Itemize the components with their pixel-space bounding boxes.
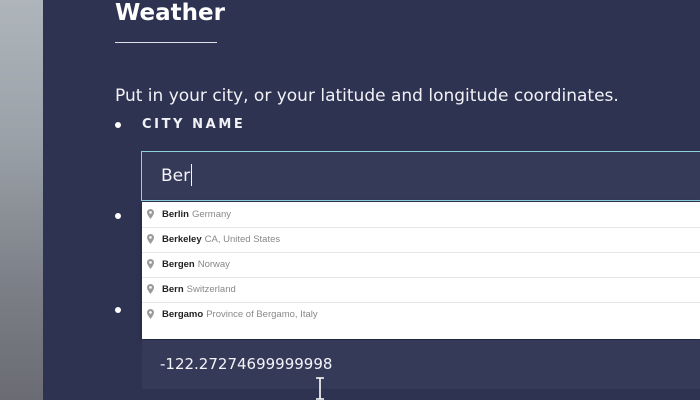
autocomplete-item-main: Bergen — [162, 259, 195, 270]
autocomplete-item[interactable]: Bergen Norway — [142, 252, 700, 277]
map-pin-icon — [147, 284, 154, 294]
autocomplete-dropdown: Berlin Germany Berkeley CA, United States … — [142, 202, 700, 339]
autocomplete-item-secondary: Germany — [191, 209, 232, 220]
autocomplete-item[interactable]: Bergamo Province of Bergamo, Italy — [142, 302, 700, 327]
autocomplete-item-text: Bern Switzerland — [162, 278, 236, 302]
autocomplete-item-secondary: Switzerland — [186, 284, 236, 295]
bullet-longitude — [115, 307, 121, 313]
autocomplete-item-text: Berlin Germany — [162, 203, 231, 227]
ibeam-cursor-icon — [316, 377, 324, 400]
map-pin-icon — [147, 209, 154, 219]
autocomplete-item-text: Bergamo Province of Bergamo, Italy — [162, 303, 318, 327]
city-input-value: Ber — [161, 166, 191, 186]
bullet-latitude — [115, 213, 121, 219]
text-caret — [191, 164, 193, 186]
map-pin-icon — [147, 309, 154, 319]
autocomplete-item-main: Berkeley — [162, 234, 202, 245]
autocomplete-item-text: Berkeley CA, United States — [162, 228, 280, 252]
title-underline — [115, 42, 217, 43]
intro-text: Put in your city, or your latitude and l… — [115, 86, 619, 106]
autocomplete-item-main: Bergamo — [162, 309, 204, 320]
map-pin-icon — [147, 234, 154, 244]
city-name-input[interactable]: Ber — [141, 151, 700, 201]
autocomplete-item-main: Berlin — [162, 209, 189, 220]
autocomplete-item-secondary: Norway — [197, 259, 230, 270]
map-pin-icon — [147, 259, 154, 269]
background-image-strip — [0, 0, 43, 400]
longitude-input[interactable]: -122.27274699999998 — [142, 340, 700, 389]
city-name-label: CITY NAME — [142, 117, 246, 132]
longitude-value: -122.27274699999998 — [160, 355, 333, 373]
autocomplete-item-text: Bergen Norway — [162, 253, 230, 277]
bullet-city — [115, 122, 121, 128]
page-title: Weather — [115, 0, 225, 26]
autocomplete-item-main: Bern — [162, 284, 184, 295]
autocomplete-item-secondary: CA, United States — [204, 234, 281, 245]
autocomplete-item[interactable]: Bern Switzerland — [142, 277, 700, 302]
autocomplete-item[interactable]: Berlin Germany — [142, 203, 700, 227]
autocomplete-item-secondary: Province of Bergamo, Italy — [206, 309, 318, 320]
autocomplete-item[interactable]: Berkeley CA, United States — [142, 227, 700, 252]
